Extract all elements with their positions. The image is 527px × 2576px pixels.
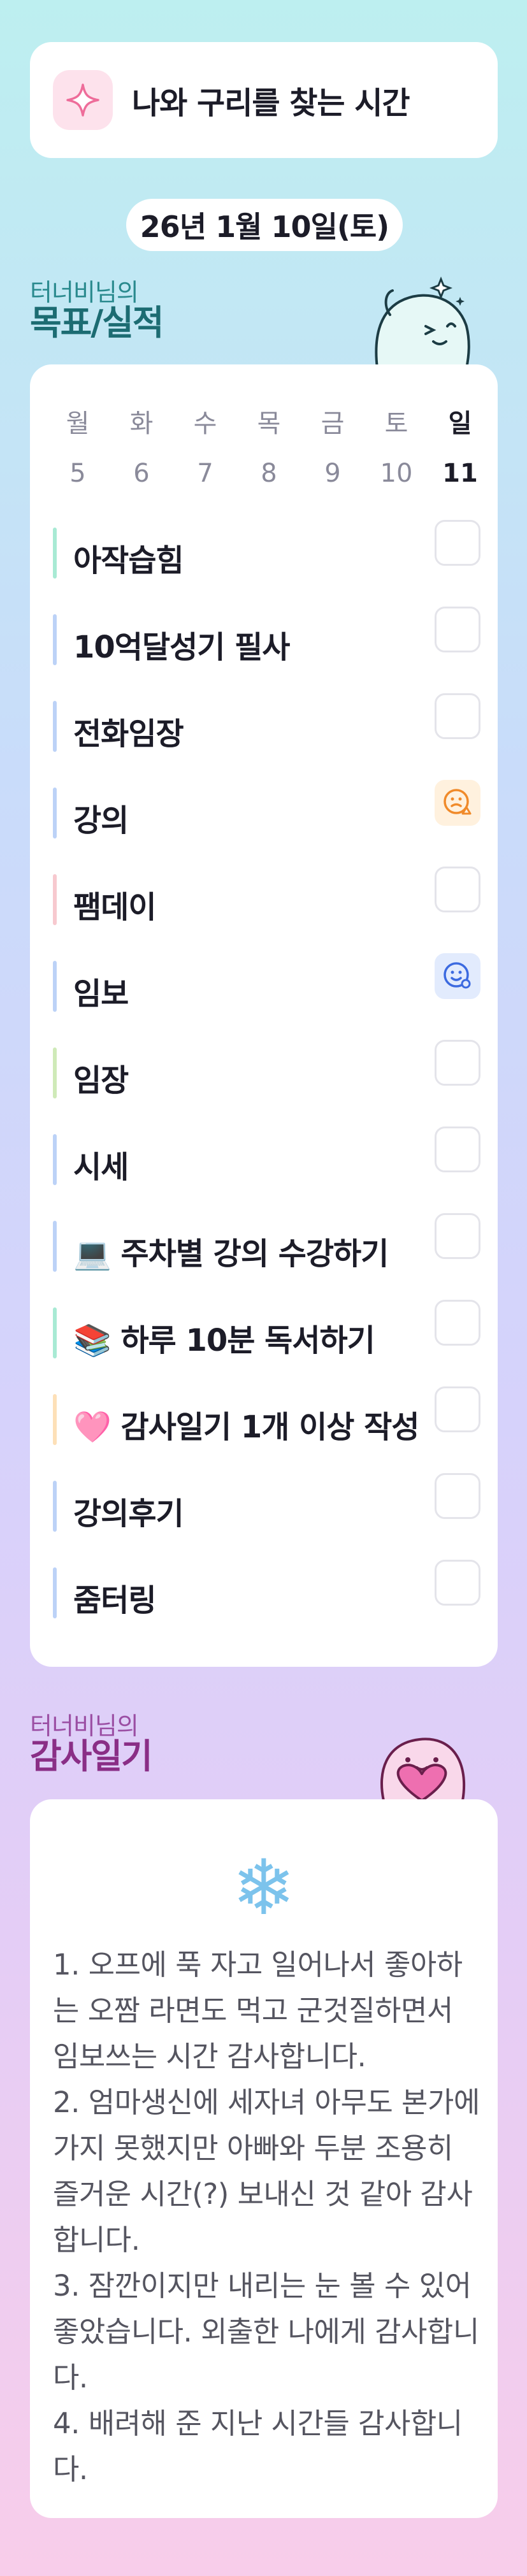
goals-card: 월5 화6 수7 목8 금9 토 10 일 11 아작습힘 10억달성기 필사 전화… xyxy=(30,364,498,1667)
weekday-mon[interactable]: 월5 xyxy=(55,403,100,488)
gratitude-entry: 2. 엄마생신에 세자녀 아무도 본가에 가지 못했지만 아빠와 두분 조용히 … xyxy=(53,2085,480,2257)
weekday-date: 9 xyxy=(324,459,341,488)
weekday-name: 목 xyxy=(257,409,281,438)
goal-label: 아작습힘 xyxy=(73,543,184,579)
goal-row: 팸데이 xyxy=(53,867,480,925)
header-card: 나와 구리를 찾는 시간 xyxy=(30,42,498,158)
goal-label: 임장 xyxy=(73,1063,129,1098)
goal-label: 시세 xyxy=(73,1149,129,1185)
gratitude-entry: 4. 배려해 준 지난 시간들 감사합니다. xyxy=(53,2407,463,2486)
goal-label: 임보 xyxy=(73,976,129,1012)
goal-row: 💻 주차별 강의 수강하기 xyxy=(53,1213,480,1272)
goal-row: 임보 xyxy=(53,953,480,1012)
weekday-date: 8 xyxy=(261,459,277,488)
goal-label: 📚 하루 10분 독서하기 xyxy=(73,1323,375,1358)
app-title: 나와 구리를 찾는 시간 xyxy=(132,85,410,121)
goal-checkbox[interactable] xyxy=(435,1560,480,1606)
goal-label: 🩷 감사일기 1개 이상 작성 xyxy=(73,1409,419,1445)
goal-label: 강의 xyxy=(73,803,129,838)
weekday-wed[interactable]: 수7 xyxy=(183,403,227,488)
goal-label: 팸데이 xyxy=(73,889,156,925)
goal-color-bar xyxy=(53,528,57,579)
gratitude-journal-card: ❄ 1. 오프에 푹 자고 일어나서 좋아하는 오짬 라면도 먹고 군것질하면서… xyxy=(30,1799,498,2518)
heart-mascot-icon xyxy=(380,1738,466,1801)
goal-row: 시세 xyxy=(53,1126,480,1185)
weekday-sun-today[interactable]: 일 11 xyxy=(438,403,482,488)
goal-row: 전화임장 xyxy=(53,693,480,752)
goal-checkbox[interactable] xyxy=(435,1040,480,1086)
goal-row: 강의후기 xyxy=(53,1473,480,1532)
goal-color-bar xyxy=(53,788,57,838)
weekday-date: 11 xyxy=(442,459,478,488)
weekday-name: 일 xyxy=(448,409,472,438)
goal-color-bar xyxy=(53,1394,57,1445)
weekday-name: 토 xyxy=(384,409,408,438)
weekday-thu[interactable]: 목8 xyxy=(247,403,291,488)
goal-color-bar xyxy=(53,701,57,752)
weekday-date: 7 xyxy=(197,459,213,488)
goal-checkbox-checked[interactable] xyxy=(435,953,480,999)
goal-checkbox[interactable] xyxy=(435,1473,480,1519)
goal-label: 전화임장 xyxy=(73,716,184,752)
weekday-date: 10 xyxy=(380,459,413,488)
goal-checkbox[interactable] xyxy=(435,693,480,739)
weekday-name: 월 xyxy=(66,409,90,438)
goal-row: 🩷 감사일기 1개 이상 작성 xyxy=(53,1386,480,1445)
goal-checkbox[interactable] xyxy=(435,520,480,566)
goals-section-title: 목표/실적 xyxy=(30,303,164,343)
goal-checkbox[interactable] xyxy=(435,1213,480,1259)
goal-checkbox[interactable] xyxy=(435,1300,480,1346)
goal-checkbox[interactable] xyxy=(435,607,480,652)
goal-checkbox[interactable] xyxy=(435,1386,480,1432)
goal-color-bar xyxy=(53,961,57,1012)
gratitude-entry: 1. 오프에 푹 자고 일어나서 좋아하는 오짬 라면도 먹고 군것질하면서 임… xyxy=(53,1948,463,2073)
gratitude-entry: 3. 잠깐이지만 내리는 눈 볼 수 있어 좋았습니다. 외출한 나에게 감사합… xyxy=(53,2269,479,2394)
weekday-date: 6 xyxy=(133,459,150,488)
weekday-fri[interactable]: 금9 xyxy=(310,403,355,488)
ghost-mascot-icon xyxy=(375,276,470,368)
goal-color-bar xyxy=(53,1047,57,1098)
sparkle-icon xyxy=(53,70,113,130)
goal-color-bar xyxy=(53,1567,57,1618)
goal-checkbox[interactable] xyxy=(435,867,480,912)
weekday-sat[interactable]: 토 10 xyxy=(374,403,419,488)
goal-checkbox-checked[interactable] xyxy=(435,780,480,826)
weekday-name: 화 xyxy=(129,409,154,438)
date-pill[interactable]: 26년 1월 10일(토) xyxy=(126,199,403,251)
goal-row: 임장 xyxy=(53,1040,480,1098)
goal-color-bar xyxy=(53,1481,57,1532)
goal-label: 10억달성기 필사 xyxy=(73,630,290,665)
goal-label: 💻 주차별 강의 수강하기 xyxy=(73,1236,389,1272)
thanks-section-title: 감사일기 xyxy=(30,1736,153,1776)
goal-color-bar xyxy=(53,874,57,925)
gratitude-entries: 1. 오프에 푹 자고 일어나서 좋아하는 오짬 라면도 먹고 군것질하면서 임… xyxy=(53,1942,480,2493)
goal-row: 📚 하루 10분 독서하기 xyxy=(53,1300,480,1358)
goal-row: 줌터링 xyxy=(53,1560,480,1618)
orange-face-icon xyxy=(444,789,472,815)
blue-face-icon xyxy=(444,962,471,989)
weekday-name: 수 xyxy=(193,409,217,438)
goal-color-bar xyxy=(53,1134,57,1185)
weekday-tue[interactable]: 화6 xyxy=(119,403,164,488)
goal-checkbox[interactable] xyxy=(435,1126,480,1172)
goal-color-bar xyxy=(53,614,57,665)
goal-color-bar xyxy=(53,1307,57,1358)
weekday-name: 금 xyxy=(321,409,345,438)
goal-label: 강의후기 xyxy=(73,1496,184,1532)
goal-row: 강의 xyxy=(53,780,480,838)
goal-row: 10억달성기 필사 xyxy=(53,607,480,665)
goal-row: 아작습힘 xyxy=(53,520,480,579)
goal-label: 줌터링 xyxy=(73,1583,156,1618)
goal-color-bar xyxy=(53,1221,57,1272)
weekday-date: 5 xyxy=(69,459,86,488)
week-calendar: 월5 화6 수7 목8 금9 토 10 일 11 xyxy=(55,403,482,488)
snowflake-icon: ❄ xyxy=(231,1844,296,1932)
